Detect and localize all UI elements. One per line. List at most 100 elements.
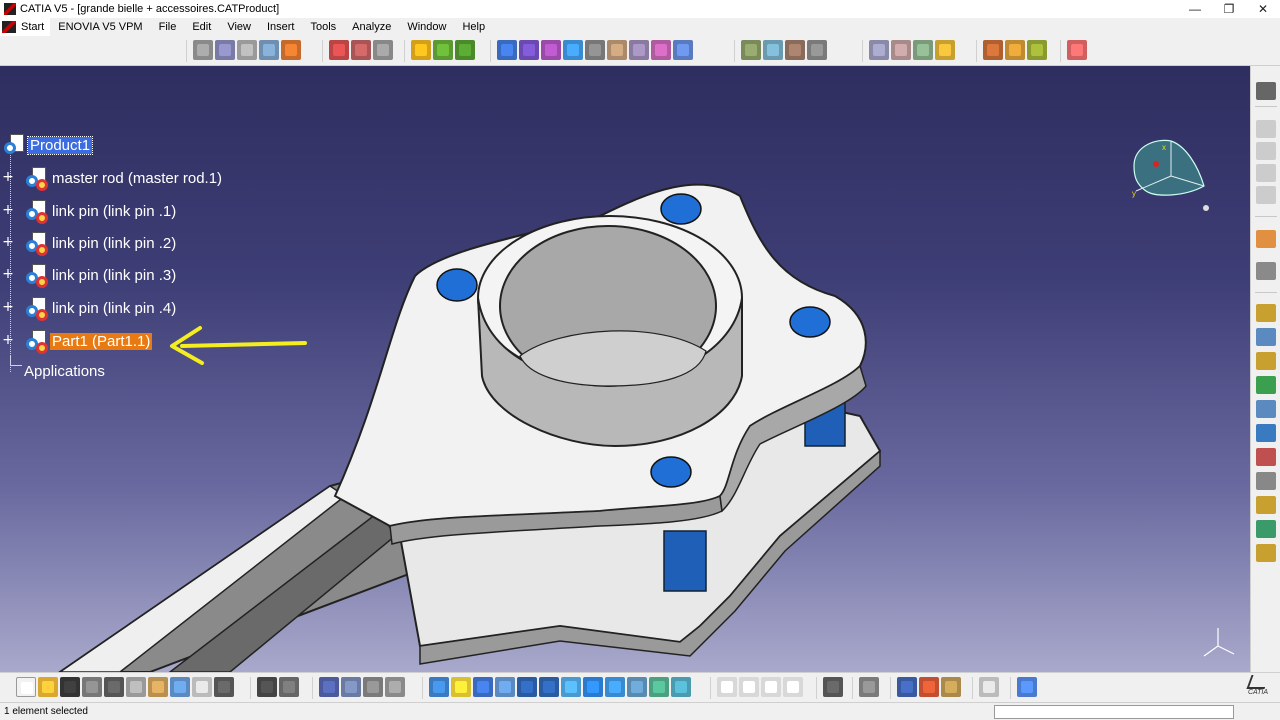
expand-icon[interactable]: + bbox=[2, 235, 14, 249]
view-right-icon[interactable] bbox=[1256, 164, 1276, 182]
iso-view-icon[interactable] bbox=[605, 677, 625, 697]
swap-space-icon[interactable] bbox=[671, 677, 691, 697]
zoom-in-icon[interactable] bbox=[517, 677, 537, 697]
whats-this-icon[interactable] bbox=[214, 677, 234, 697]
tree-node-part1[interactable]: + Part1 (Part1.1) bbox=[2, 328, 153, 354]
tree-node-applications[interactable]: Applications bbox=[24, 363, 105, 380]
clipboard-icon[interactable] bbox=[783, 677, 803, 697]
copy-icon[interactable] bbox=[126, 677, 146, 697]
tree-node-link-pin-1[interactable]: + link pin (link pin .1) bbox=[2, 198, 178, 224]
symmetry-icon[interactable] bbox=[1256, 448, 1276, 466]
hide-show-icon[interactable] bbox=[1256, 262, 1276, 280]
save-icon[interactable] bbox=[60, 677, 80, 697]
publication-icon[interactable] bbox=[897, 677, 917, 697]
command-input[interactable] bbox=[994, 704, 1234, 719]
lasso-icon[interactable] bbox=[237, 40, 257, 60]
comment-icon[interactable] bbox=[279, 677, 299, 697]
tree-node-link-pin-4[interactable]: + link pin (link pin .4) bbox=[2, 295, 178, 321]
expand-icon[interactable]: + bbox=[2, 267, 14, 281]
tree-node-master-rod[interactable]: + master rod (master rod.1) bbox=[2, 165, 224, 191]
hide-show-bottom-icon[interactable] bbox=[649, 677, 669, 697]
lock-icon[interactable] bbox=[941, 677, 961, 697]
select-arrow-icon[interactable] bbox=[1256, 230, 1276, 248]
clash-icon[interactable] bbox=[763, 40, 783, 60]
split-icon[interactable] bbox=[1256, 328, 1276, 346]
cache-icon[interactable] bbox=[363, 677, 383, 697]
quick-constraint-icon[interactable] bbox=[629, 40, 649, 60]
view-iso-icon[interactable] bbox=[1256, 186, 1276, 204]
open-file-icon[interactable] bbox=[38, 677, 58, 697]
fix-together-icon[interactable] bbox=[607, 40, 627, 60]
fly-mode-icon[interactable] bbox=[429, 677, 449, 697]
new-component-icon[interactable] bbox=[329, 40, 349, 60]
design-mode-icon[interactable] bbox=[385, 677, 405, 697]
measure-between-icon[interactable] bbox=[717, 677, 737, 697]
catalog-icon[interactable] bbox=[983, 40, 1003, 60]
grid-icon[interactable] bbox=[1067, 40, 1087, 60]
snap-icon[interactable] bbox=[433, 40, 453, 60]
tree-node-link-pin-2[interactable]: + link pin (link pin .2) bbox=[2, 230, 178, 256]
compass-widget[interactable]: x y bbox=[1126, 136, 1216, 216]
menu-view[interactable]: View bbox=[219, 18, 259, 36]
expand-icon[interactable]: + bbox=[2, 170, 14, 184]
view-top-icon[interactable] bbox=[1256, 142, 1276, 160]
explode-icon[interactable] bbox=[741, 40, 761, 60]
eraser-icon[interactable] bbox=[1017, 677, 1037, 697]
tree-node-link-pin-3[interactable]: + link pin (link pin .3) bbox=[2, 262, 178, 288]
print-icon[interactable] bbox=[82, 677, 102, 697]
menu-window[interactable]: Window bbox=[399, 18, 454, 36]
angle-icon[interactable] bbox=[563, 40, 583, 60]
update-icon[interactable] bbox=[673, 40, 693, 60]
workbench-icon[interactable] bbox=[859, 677, 879, 697]
formula-icon[interactable] bbox=[257, 677, 277, 697]
view-front-icon[interactable] bbox=[1256, 120, 1276, 138]
menu-start[interactable]: Start bbox=[0, 18, 51, 36]
fit-all-icon[interactable] bbox=[451, 677, 471, 697]
weld-icon[interactable] bbox=[913, 40, 933, 60]
measure-item-icon[interactable] bbox=[739, 677, 759, 697]
sketcher-icon[interactable] bbox=[1256, 82, 1276, 100]
expand-icon[interactable]: + bbox=[2, 203, 14, 217]
fix-icon[interactable] bbox=[585, 40, 605, 60]
menu-file[interactable]: File bbox=[151, 18, 185, 36]
menu-tools[interactable]: Tools bbox=[302, 18, 344, 36]
cut-icon[interactable] bbox=[104, 677, 124, 697]
select-trap-icon[interactable] bbox=[215, 40, 235, 60]
sectioning-icon[interactable] bbox=[785, 40, 805, 60]
rotate-icon[interactable] bbox=[495, 677, 515, 697]
new-file-icon[interactable] bbox=[16, 677, 36, 697]
shading-icon[interactable] bbox=[627, 677, 647, 697]
select-icon[interactable] bbox=[193, 40, 213, 60]
offset-icon[interactable] bbox=[541, 40, 561, 60]
new-product-icon[interactable] bbox=[351, 40, 371, 60]
close-button[interactable]: ✕ bbox=[1246, 0, 1280, 18]
measure-icon[interactable] bbox=[281, 40, 301, 60]
normal-view-icon[interactable] bbox=[561, 677, 581, 697]
measure-inertia-icon[interactable] bbox=[761, 677, 781, 697]
menu-edit[interactable]: Edit bbox=[184, 18, 219, 36]
refresh-icon[interactable] bbox=[979, 677, 999, 697]
catia-app-icon[interactable] bbox=[4, 3, 16, 15]
distance-icon[interactable] bbox=[807, 40, 827, 60]
undo-icon[interactable] bbox=[170, 677, 190, 697]
add-icon[interactable] bbox=[1256, 400, 1276, 418]
redo-icon[interactable] bbox=[192, 677, 212, 697]
annotation-text-icon[interactable] bbox=[1256, 496, 1276, 514]
fly-icon[interactable] bbox=[259, 40, 279, 60]
flag-icon[interactable] bbox=[1256, 520, 1276, 538]
existing-component-icon[interactable] bbox=[373, 40, 393, 60]
hole-icon[interactable] bbox=[1256, 352, 1276, 370]
tree-expand-icon[interactable] bbox=[341, 677, 361, 697]
paste-icon[interactable] bbox=[148, 677, 168, 697]
sensor-icon[interactable] bbox=[1256, 544, 1276, 562]
manipulate-icon[interactable] bbox=[411, 40, 431, 60]
annotation-icon[interactable] bbox=[891, 40, 911, 60]
menu-help[interactable]: Help bbox=[454, 18, 493, 36]
assembly-feature-icon[interactable] bbox=[1256, 304, 1276, 322]
flag-note-icon[interactable] bbox=[935, 40, 955, 60]
tree-root-product1[interactable]: Product1 bbox=[4, 132, 94, 158]
3d-viewport[interactable]: Product1 + master rod (master rod.1) + l… bbox=[0, 66, 1250, 672]
coincidence-icon[interactable] bbox=[497, 40, 517, 60]
pan-icon[interactable] bbox=[473, 677, 493, 697]
capture-icon[interactable] bbox=[823, 677, 843, 697]
